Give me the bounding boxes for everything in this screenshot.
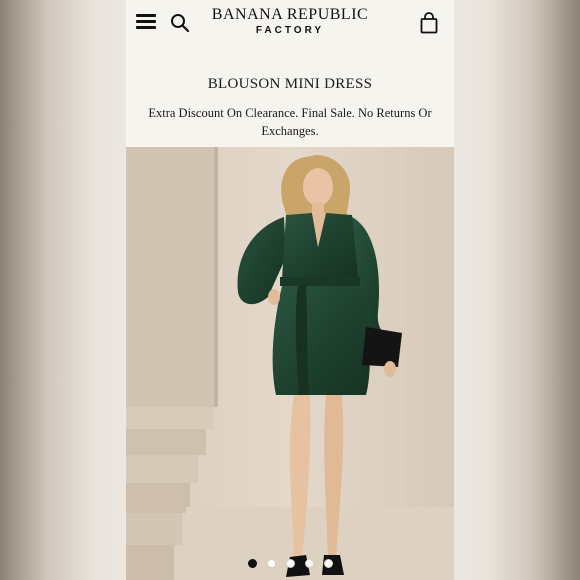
product-title: BLOUSON MINI DRESS (207, 76, 373, 92)
carousel-dot[interactable] (285, 559, 295, 568)
carousel-dot[interactable] (304, 559, 314, 568)
search-icon[interactable] (170, 13, 190, 33)
brand-logo[interactable]: BANANA REPUBLIC FACTORY (206, 6, 374, 38)
model-photo (126, 147, 454, 580)
hamburger-menu-icon[interactable] (136, 14, 156, 30)
top-navigation-bar: BANANA REPUBLIC FACTORY (126, 0, 454, 46)
promo-message: Extra Discount On Clearance. Final Sale.… (148, 106, 432, 138)
carousel-dot[interactable] (266, 559, 276, 568)
phone-screen: BANANA REPUBLIC FACTORY BLOUSON MINI DRE… (126, 0, 454, 580)
product-image[interactable] (126, 147, 454, 580)
shopping-bag-icon[interactable] (420, 12, 438, 34)
brand-name: BANANA REPUBLIC (211, 6, 369, 23)
carousel-dots (126, 555, 454, 568)
carousel-dot[interactable] (247, 559, 257, 568)
carousel-dot[interactable] (323, 559, 333, 568)
brand-subname: FACTORY (255, 25, 325, 36)
